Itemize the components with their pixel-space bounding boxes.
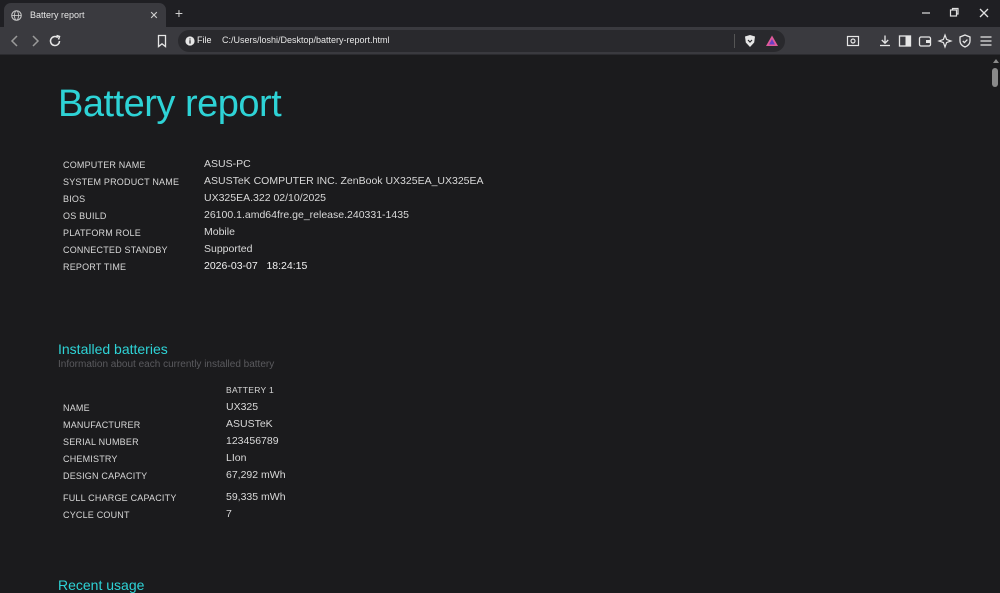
battery-row-value: UX325 (226, 401, 259, 413)
system-info-label: BIOS (63, 194, 86, 204)
battery-row-label: DESIGN CAPACITY (63, 471, 148, 481)
system-info-value: UX325EA.322 02/10/2025 (204, 192, 327, 204)
lion-shield-icon[interactable] (742, 33, 758, 49)
chevron-right-icon[interactable] (27, 33, 43, 49)
close-icon[interactable]: ✕ (146, 9, 162, 22)
tab-title: Battery report (30, 10, 85, 20)
restore-icon[interactable] (946, 6, 962, 20)
system-info-value: ASUS-PC (204, 158, 251, 170)
minimize-icon[interactable] (918, 6, 934, 20)
installed-batteries-subheading: Information about each currently install… (58, 359, 275, 370)
wallet-icon[interactable] (917, 33, 933, 49)
recent-usage-heading: Recent usage (58, 577, 145, 593)
tab-battery-report[interactable]: Battery report ✕ (4, 3, 166, 27)
battery-row-value: 7 (226, 508, 232, 520)
url-divider (734, 34, 735, 48)
battery-row-value: 59,335 mWh (226, 491, 286, 503)
scroll-up-arrow-icon[interactable] (993, 59, 999, 63)
plus-icon[interactable]: + (172, 5, 186, 21)
vpn-shield-icon[interactable] (957, 33, 973, 49)
globe-icon (11, 9, 22, 21)
browser-toolbar: File C:/Users/loshi/Desktop/battery-repo… (0, 27, 1000, 55)
info-icon[interactable] (185, 36, 195, 46)
battery-row-label: FULL CHARGE CAPACITY (63, 493, 177, 503)
battery-row-label: MANUFACTURER (63, 420, 141, 430)
triangle-rewards-icon[interactable] (764, 33, 780, 49)
chevron-left-icon[interactable] (7, 33, 23, 49)
page-title: Battery report (58, 83, 282, 125)
system-info-label: COMPUTER NAME (63, 160, 146, 170)
system-info-value: Supported (204, 243, 253, 255)
battery-column-header: BATTERY 1 (226, 385, 275, 395)
reload-icon[interactable] (47, 33, 63, 49)
battery-row-value: LIon (226, 452, 247, 464)
battery-row-label: SERIAL NUMBER (63, 437, 139, 447)
leo-ai-icon[interactable] (937, 33, 953, 49)
screenshot-icon[interactable] (845, 33, 861, 49)
battery-row-label: CYCLE COUNT (63, 510, 130, 520)
system-info-label: SYSTEM PRODUCT NAME (63, 177, 180, 187)
sidebar-icon[interactable] (897, 33, 913, 49)
scroll-thumb[interactable] (992, 68, 998, 87)
battery-row-label: NAME (63, 403, 90, 413)
system-info-value: 2026-03-07 18:24:15 (204, 260, 308, 272)
system-info-value: 26100.1.amd64fre.ge_release.240331-1435 (204, 209, 409, 221)
download-icon[interactable] (877, 33, 893, 49)
system-info-label: CONNECTED STANDBY (63, 245, 168, 255)
system-info-value: Mobile (204, 226, 235, 238)
address-bar[interactable]: File C:/Users/loshi/Desktop/battery-repo… (178, 30, 785, 52)
battery-row-label: CHEMISTRY (63, 454, 118, 464)
page-content: Battery report COMPUTER NAME ASUS-PC SYS… (0, 56, 990, 593)
menu-icon[interactable] (978, 33, 994, 49)
installed-batteries-heading: Installed batteries (58, 341, 168, 357)
system-info-label: REPORT TIME (63, 262, 127, 272)
system-info-label: OS BUILD (63, 211, 107, 221)
system-info-label: PLATFORM ROLE (63, 228, 141, 238)
page-scrollbar[interactable] (990, 56, 1000, 593)
tab-strip: Battery report ✕ + (0, 0, 1000, 27)
battery-row-value: ASUSTeK (226, 418, 273, 430)
window-close-icon[interactable] (976, 6, 992, 20)
url-text[interactable]: C:/Users/loshi/Desktop/battery-report.ht… (222, 35, 390, 45)
battery-row-value: 123456789 (226, 435, 279, 447)
system-info-value: ASUSTeK COMPUTER INC. ZenBook UX325EA_UX… (204, 175, 484, 187)
url-scheme-label: File (197, 35, 212, 45)
bookmark-icon[interactable] (154, 33, 170, 49)
battery-row-value: 67,292 mWh (226, 469, 286, 481)
